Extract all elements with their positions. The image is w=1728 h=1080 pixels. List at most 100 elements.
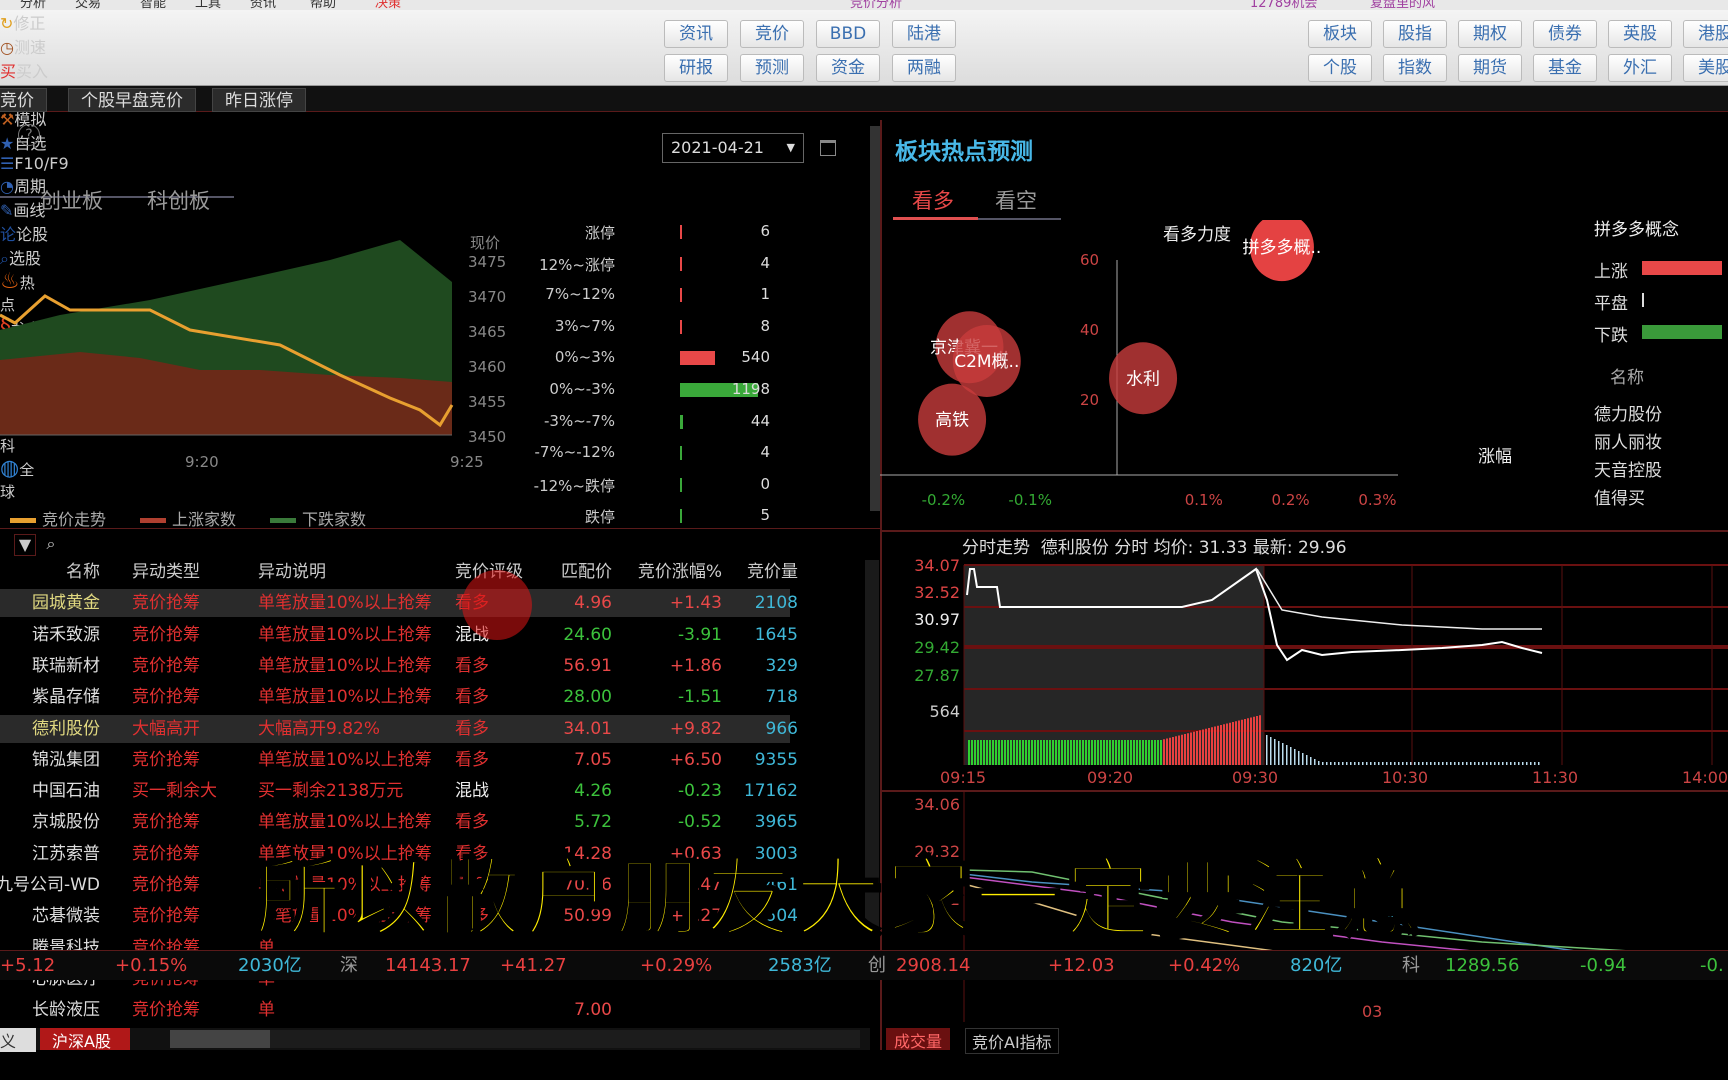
concept-stock[interactable]: 值得买 bbox=[1594, 484, 1645, 509]
star-folder-icon: ★ bbox=[0, 134, 15, 153]
index-value: 1289.56 bbox=[1445, 955, 1520, 976]
y-tick-label: 60 bbox=[1080, 251, 1099, 269]
toolbar-market-button[interactable]: 个股 bbox=[1308, 54, 1372, 82]
volume-bar bbox=[1088, 740, 1090, 765]
search-icon[interactable]: ⌕ bbox=[40, 534, 62, 556]
sheet-tab-prev[interactable]: 义 bbox=[0, 1028, 36, 1052]
menu-item[interactable]: 帮助 bbox=[310, 0, 336, 10]
volume-bar bbox=[1073, 740, 1075, 765]
y-tick-label: 40 bbox=[1080, 321, 1099, 339]
toolbar-link-button[interactable]: 研报 bbox=[664, 54, 728, 82]
volume-bar bbox=[1205, 728, 1207, 765]
table-row[interactable]: 锦泓集团 竞价抢筹 单笔放量10%以上抢筹 看多 7.05 +6.50 9355 bbox=[0, 746, 798, 774]
table-row[interactable]: 德利股份 大幅高开 大幅高开9.82% 看多 34.01 +9.82 966 bbox=[0, 714, 798, 743]
volume-bar bbox=[1478, 762, 1480, 765]
toolbar-market-button[interactable]: 股指 bbox=[1383, 20, 1447, 48]
toolbar-link-button[interactable]: BBD bbox=[816, 20, 880, 48]
tab-1[interactable]: 个股早盘竞价 bbox=[68, 88, 196, 112]
toolbar-button-6[interactable]: ☰F10/F9 bbox=[0, 154, 1728, 173]
x-tick-label: 0.1% bbox=[1185, 491, 1223, 509]
divider bbox=[882, 530, 1728, 532]
help-icon[interactable]: ? bbox=[18, 124, 40, 146]
table-row[interactable]: 长龄液压 竞价抢筹 单 7.00 bbox=[0, 996, 790, 1024]
cell: 竞价量 bbox=[747, 562, 798, 582]
toolbar-market-button[interactable]: 期货 bbox=[1458, 54, 1522, 82]
table-row[interactable]: 园城黄金竞价抢筹单笔放量10%以上抢筹看多4.96+1.432108 bbox=[0, 589, 798, 618]
volume-bar bbox=[1486, 762, 1488, 765]
menu-item[interactable]: 智能 bbox=[140, 0, 166, 10]
tab-bearish[interactable]: 看空 bbox=[995, 185, 1037, 215]
toolbar-market-button[interactable]: 英股 bbox=[1608, 20, 1672, 48]
toolbar-market-button[interactable]: 美股 bbox=[1683, 54, 1728, 82]
tab-2[interactable]: 昨日涨停 bbox=[212, 88, 306, 112]
menu-item[interactable]: 工具 bbox=[195, 0, 221, 10]
toolbar-market-button[interactable]: 指数 bbox=[1383, 54, 1447, 82]
tab-volume[interactable]: 成交量 bbox=[886, 1028, 951, 1051]
vertical-scrollbar[interactable] bbox=[870, 126, 880, 511]
volume-bar bbox=[1410, 762, 1412, 765]
toolbar-link-button[interactable]: 资讯 bbox=[664, 20, 728, 48]
toolbar-button-7[interactable]: ◔周期 bbox=[0, 173, 1728, 197]
toolbar-market-button[interactable]: 期权 bbox=[1458, 20, 1522, 48]
toolbar-link-button[interactable]: 资金 bbox=[816, 54, 880, 82]
document-icon: ☰ bbox=[0, 154, 15, 173]
volume-bar bbox=[1346, 762, 1348, 765]
cell: 大幅高开 bbox=[132, 718, 200, 739]
index-value: 820亿 bbox=[1290, 955, 1343, 976]
menu-item-right[interactable]: 竞价分析 bbox=[850, 0, 902, 10]
date-picker[interactable]: 2021-04-21 ▼ bbox=[662, 133, 804, 163]
volume-bar bbox=[1034, 740, 1036, 765]
toolbar-button-5[interactable]: ★自选 bbox=[0, 130, 1728, 154]
distribution-row: 12%~涨停 4 bbox=[520, 254, 770, 282]
volume-bar bbox=[1175, 736, 1177, 765]
table-row[interactable]: 中国石油 买一剩余大 买一剩余2138万元 混战 4.26 -0.23 17162 bbox=[0, 777, 798, 805]
scrollbar-thumb[interactable] bbox=[170, 1030, 270, 1048]
concept-stock[interactable]: 天音控股 bbox=[1594, 456, 1662, 481]
table-row[interactable]: 紫晶存储 竞价抢筹 单笔放量10%以上抢筹 看多 28.00 -1.51 718 bbox=[0, 683, 798, 711]
toolbar-market-button[interactable]: 港股 bbox=[1683, 20, 1728, 48]
cell: 中国石油 bbox=[32, 781, 100, 802]
tab-bullish[interactable]: 看多 bbox=[912, 185, 954, 215]
volume-bar bbox=[1100, 740, 1102, 765]
toolbar-link-button[interactable]: 预测 bbox=[740, 54, 804, 82]
toolbar-market-button[interactable]: 板块 bbox=[1308, 20, 1372, 48]
toolbar-market-button[interactable]: 债券 bbox=[1533, 20, 1597, 48]
toolbar-link-button[interactable]: 陆港 bbox=[892, 20, 956, 48]
table-row[interactable]: 联瑞新材 竞价抢筹 单笔放量10%以上抢筹 看多 56.91 +1.86 329 bbox=[0, 652, 798, 680]
toolbar-link-button[interactable]: 两融 bbox=[892, 54, 956, 82]
table-row[interactable]: 诺禾致源 竞价抢筹 单笔放量10%以上抢筹 混战 24.60 -3.91 1645 bbox=[0, 621, 798, 649]
sheet-tab-hs-a[interactable]: 沪深A股 bbox=[40, 1028, 130, 1051]
toolbar-market-button[interactable]: 基金 bbox=[1533, 54, 1597, 82]
concept-stock[interactable]: 丽人丽妆 bbox=[1594, 428, 1662, 453]
menu-item-right[interactable]: 12789机会 bbox=[1250, 0, 1317, 10]
buy-icon: 买 bbox=[0, 62, 17, 81]
concept-stock[interactable]: 德力股份 bbox=[1594, 400, 1662, 425]
count-bar bbox=[680, 256, 682, 271]
calendar-icon[interactable] bbox=[820, 140, 836, 156]
index-value: 科 bbox=[1402, 955, 1420, 976]
menu-item-right[interactable]: 复盘里的风 bbox=[1370, 0, 1435, 10]
cell: 单笔放量10%以上抢筹 bbox=[258, 593, 432, 614]
y-tick-label: 34.07 bbox=[914, 556, 960, 575]
menu-item[interactable]: 交易 bbox=[75, 0, 101, 10]
toolbar-market-button[interactable]: 外汇 bbox=[1608, 54, 1672, 82]
menu-item[interactable]: 决策 bbox=[375, 0, 401, 10]
legend-swatch bbox=[270, 518, 296, 523]
filter-icon[interactable]: ▼ bbox=[14, 534, 36, 556]
volume-bar bbox=[977, 740, 979, 765]
tab-0[interactable]: 盘竞价 bbox=[0, 88, 47, 112]
volume-bar bbox=[1178, 735, 1180, 765]
x-tick-label: 03 bbox=[1362, 1002, 1382, 1021]
cell: 竞价抢筹 bbox=[132, 812, 200, 833]
horizontal-scrollbar[interactable] bbox=[170, 1030, 860, 1048]
menu-item[interactable]: 分析 bbox=[20, 0, 46, 10]
volume-bar bbox=[1241, 719, 1243, 765]
volume-bar bbox=[1418, 762, 1420, 765]
menu-item[interactable]: 资讯 bbox=[250, 0, 276, 10]
legend-label: 平盘 bbox=[1594, 294, 1628, 314]
toolbar-link-button[interactable]: 竞价 bbox=[740, 20, 804, 48]
volume-bar bbox=[1007, 740, 1009, 765]
volume-bar bbox=[1518, 762, 1520, 765]
count-bar bbox=[680, 288, 682, 303]
tab-ai-indicator[interactable]: 竞价AI指标 bbox=[965, 1028, 1059, 1054]
